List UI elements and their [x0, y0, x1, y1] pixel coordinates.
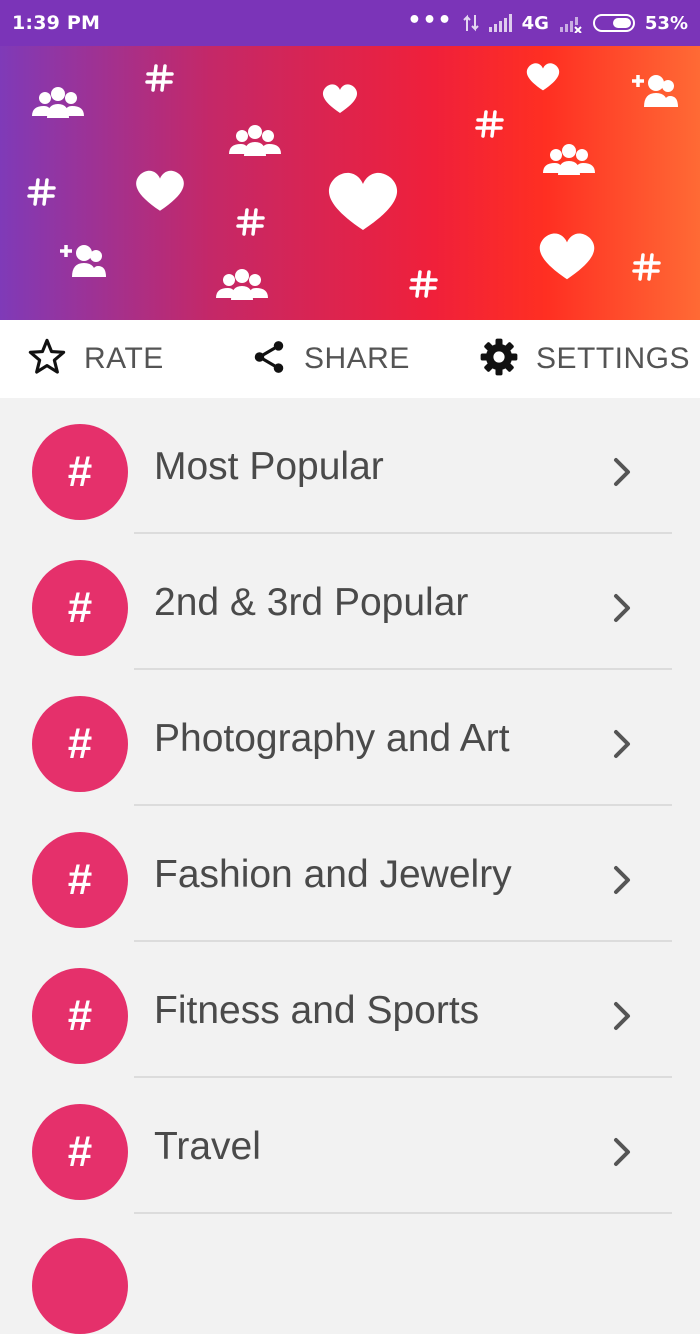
next-item-hashtag-icon[interactable]: [32, 1238, 128, 1334]
banner-decorations: [27, 63, 680, 300]
heart-icon: [539, 233, 595, 280]
heart-icon: [136, 170, 184, 211]
group-icon: [216, 269, 268, 300]
chevron-right-icon: [614, 594, 630, 622]
hashtag-icon: [145, 64, 174, 92]
hashtag-icon: #: [32, 424, 128, 520]
hashtag-icon: #: [32, 968, 128, 1064]
hashtag-icon: [409, 270, 438, 298]
add-user-icon: [58, 243, 108, 279]
notification-dots: •••: [407, 7, 453, 33]
category-label: 2nd & 3rd Popular: [154, 581, 469, 624]
data-transfer-icon: [462, 13, 479, 33]
category-label: Most Popular: [154, 445, 384, 488]
chevron-right-icon: [614, 866, 630, 894]
list-item[interactable]: # 2nd & 3rd Popular: [0, 534, 700, 670]
group-icon: [32, 87, 84, 118]
list-item[interactable]: # Travel: [0, 1078, 700, 1214]
list-item[interactable]: # Most Popular: [0, 398, 700, 534]
chevron-right-icon: [614, 458, 630, 486]
category-label: Fitness and Sports: [154, 989, 480, 1032]
chevron-right-icon: [614, 1138, 630, 1166]
hashtag-icon: [236, 208, 265, 236]
status-time: 1:39 PM: [12, 12, 101, 34]
header-banner: [0, 46, 700, 320]
share-button[interactable]: SHARE: [250, 320, 410, 398]
category-label: Travel: [154, 1125, 261, 1168]
heart-icon: [526, 63, 560, 91]
star-outline-icon: [26, 336, 68, 383]
gear-icon: [478, 336, 520, 383]
list-item[interactable]: # Photography and Art: [0, 670, 700, 806]
settings-label: SETTINGS: [536, 342, 691, 375]
hashtag-icon: #: [32, 832, 128, 928]
rate-button[interactable]: RATE: [26, 320, 164, 398]
hashtag-icon: [27, 178, 56, 206]
category-label: Fashion and Jewelry: [154, 853, 512, 896]
hashtag-icon: [475, 110, 504, 138]
chevron-right-icon: [614, 1002, 630, 1030]
divider: [134, 1212, 672, 1214]
list-item[interactable]: # Fitness and Sports: [0, 942, 700, 1078]
battery-icon: [592, 14, 635, 32]
chevron-right-icon: [614, 730, 630, 758]
group-icon: [229, 125, 281, 156]
battery-percent: 53%: [644, 12, 688, 34]
share-icon: [250, 338, 288, 381]
category-list: # Most Popular # 2nd & 3rd Popular # Pho…: [0, 398, 700, 1214]
hashtag-icon: #: [32, 1104, 128, 1200]
action-bar: RATE SHARE SETTINGS: [0, 320, 700, 398]
heart-icon: [328, 172, 398, 230]
status-icons: ••• 4G 53%: [407, 8, 688, 34]
group-icon: [543, 144, 595, 175]
category-label: Photography and Art: [154, 717, 510, 760]
share-label: SHARE: [304, 342, 410, 375]
hashtag-icon: #: [32, 696, 128, 792]
add-user-icon: [630, 73, 680, 109]
network-type: 4G: [521, 12, 549, 34]
list-item[interactable]: # Fashion and Jewelry: [0, 806, 700, 942]
settings-button[interactable]: SETTINGS: [478, 320, 690, 398]
status-bar: 1:39 PM ••• 4G 53%: [0, 0, 700, 46]
rate-label: RATE: [84, 342, 164, 375]
signal-no-sim-icon: [559, 13, 583, 33]
heart-icon: [322, 84, 358, 113]
hashtag-icon: [632, 253, 661, 281]
signal-bars-icon: [488, 14, 512, 32]
hashtag-icon: #: [32, 560, 128, 656]
